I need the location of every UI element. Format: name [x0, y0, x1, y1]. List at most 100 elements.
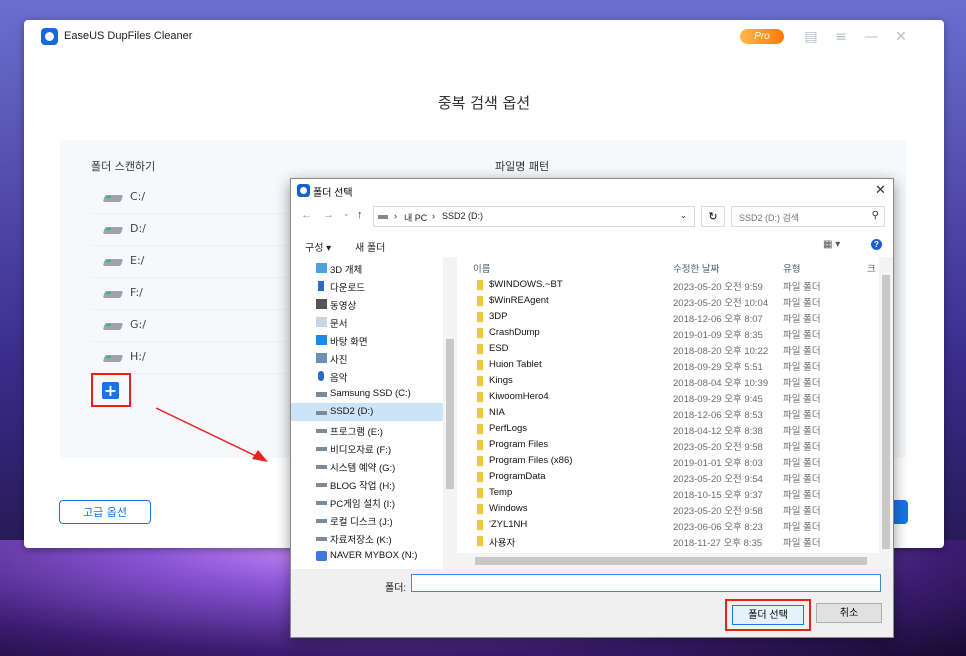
column-type-header[interactable]: 유형: [783, 261, 800, 275]
dialog-app-icon: [297, 184, 310, 197]
drive-icon: [316, 411, 327, 415]
file-list-scrollbar[interactable]: [879, 257, 893, 553]
column-size-header[interactable]: 크: [867, 261, 876, 275]
folder-icon: [477, 440, 483, 450]
table-row[interactable]: Kings 2018-08-04 오후 10:39 파일 폴더: [457, 373, 877, 389]
forward-arrow-icon[interactable]: →: [323, 209, 334, 221]
nav-item[interactable]: 시스템 예약 (G:): [291, 457, 443, 475]
file-list-pane: 이름 수정한 날짜 유형 크 $WINDOWS.~BT 2023-05-20 오전…: [457, 257, 893, 569]
folder-icon: [477, 344, 483, 354]
column-name-header[interactable]: 이름: [473, 261, 490, 275]
search-box[interactable]: ⚲: [731, 206, 885, 227]
video-icon: [316, 299, 327, 309]
nav-item[interactable]: NAVER MYBOX (N:): [291, 547, 443, 565]
breadcrumb-drive[interactable]: SSD2 (D:): [442, 211, 483, 221]
new-folder-button[interactable]: 새 폴더: [355, 239, 385, 254]
folder-icon: [477, 408, 483, 418]
nav-item[interactable]: 프로그램 (E:): [291, 421, 443, 439]
scrollbar-thumb[interactable]: [882, 275, 890, 549]
drive-icon: [378, 215, 388, 219]
organize-menu[interactable]: 구성 ▾: [305, 239, 331, 254]
nav-item[interactable]: 비디오자료 (F:): [291, 439, 443, 457]
help-icon[interactable]: ?: [871, 239, 882, 250]
download-icon: [318, 281, 324, 291]
address-dropdown-icon[interactable]: ⌄: [680, 211, 687, 220]
cancel-button[interactable]: 취소: [816, 603, 882, 623]
search-input[interactable]: [737, 210, 861, 226]
dialog-footer: 폴더: 폴더 선택 취소: [291, 569, 893, 637]
nav-item[interactable]: Samsung SSD (C:): [291, 385, 443, 403]
address-bar-row: ← → ⌄ ↑ › 내 PC › SSD2 (D:) ⌄ ↻ ⚲: [291, 201, 893, 233]
folder-field-label: 폴더:: [385, 583, 407, 594]
cloud-drive-icon: [316, 551, 327, 561]
folder-icon: [477, 536, 483, 546]
table-row[interactable]: Temp 2018-10-15 오후 9:37 파일 폴더: [457, 485, 877, 501]
refresh-icon[interactable]: ↻: [701, 206, 725, 227]
nav-item[interactable]: 사진: [291, 349, 443, 367]
select-folder-button[interactable]: 폴더 선택: [732, 605, 804, 625]
nav-item[interactable]: BLOG 작업 (H:): [291, 475, 443, 493]
nav-item[interactable]: 자료저장소 (K:): [291, 529, 443, 547]
drive-icon: [316, 501, 327, 505]
dialog-titlebar: 폴더 선택 ✕: [291, 179, 893, 201]
up-arrow-icon[interactable]: ↑: [357, 209, 363, 221]
nav-item-selected[interactable]: SSD2 (D:): [291, 403, 443, 421]
drive-icon: [316, 429, 327, 433]
desktop-icon: [316, 335, 327, 345]
nav-item[interactable]: 음악: [291, 367, 443, 385]
nav-item[interactable]: 동영상: [291, 295, 443, 313]
folder-icon: [477, 504, 483, 514]
table-row[interactable]: 사용자 2018-11-27 오후 8:35 파일 폴더: [457, 533, 877, 549]
drive-icon: [316, 465, 327, 469]
table-row[interactable]: NIA 2018-12-06 오후 8:53 파일 폴더: [457, 405, 877, 421]
folder-select-dialog: 폴더 선택 ✕ ← → ⌄ ↑ › 내 PC › SSD2 (D:) ⌄ ↻ ⚲…: [290, 178, 894, 638]
folder-icon: [477, 488, 483, 498]
table-row[interactable]: 'ZYL1NH 2023-06-06 오후 8:23 파일 폴더: [457, 517, 877, 533]
table-row[interactable]: PerfLogs 2018-04-12 오후 8:38 파일 폴더: [457, 421, 877, 437]
nav-item[interactable]: 다운로드: [291, 277, 443, 295]
back-arrow-icon[interactable]: ←: [301, 209, 312, 221]
dialog-close-icon[interactable]: ✕: [875, 182, 886, 198]
document-icon: [316, 317, 327, 327]
recent-dropdown-icon[interactable]: ⌄: [343, 209, 350, 218]
view-options-icon[interactable]: ▦ ▾: [823, 239, 840, 250]
address-bar[interactable]: › 내 PC › SSD2 (D:) ⌄: [373, 206, 695, 227]
scrollbar-thumb[interactable]: [475, 557, 867, 565]
scrollbar-thumb[interactable]: [446, 339, 454, 489]
table-row[interactable]: KiwoomHero4 2018-09-29 오후 9:45 파일 폴더: [457, 389, 877, 405]
folder-icon: [477, 520, 483, 530]
table-row[interactable]: ProgramData 2023-05-20 오전 9:54 파일 폴더: [457, 469, 877, 485]
table-row[interactable]: ESD 2018-08-20 오후 10:22 파일 폴더: [457, 341, 877, 357]
column-modified-header[interactable]: 수정한 날짜: [673, 261, 719, 275]
drive-icon: [316, 537, 327, 541]
pictures-icon: [316, 353, 327, 363]
horizontal-scrollbar[interactable]: [457, 553, 893, 569]
music-icon: [318, 371, 324, 381]
3d-objects-icon: [316, 263, 327, 273]
table-row[interactable]: Huion Tablet 2018-09-29 오후 5:51 파일 폴더: [457, 357, 877, 373]
dialog-toolbar: 구성 ▾ 새 폴더 ▦ ▾ ?: [291, 233, 893, 257]
nav-item[interactable]: PC게임 설치 (I:): [291, 493, 443, 511]
navigation-pane: 3D 개체 다운로드 동영상 문서 바탕 화면 사진 음악 Samsung SS…: [291, 257, 457, 569]
table-row[interactable]: Windows 2023-05-20 오전 9:58 파일 폴더: [457, 501, 877, 517]
folder-icon: [477, 280, 483, 290]
nav-item[interactable]: 문서: [291, 313, 443, 331]
folder-icon: [477, 472, 483, 482]
table-row[interactable]: $WINDOWS.~BT 2023-05-20 오전 9:59 파일 폴더: [457, 277, 877, 293]
table-row[interactable]: $WinREAgent 2023-05-20 오전 10:04 파일 폴더: [457, 293, 877, 309]
breadcrumb-this-pc[interactable]: 내 PC: [404, 211, 427, 224]
drive-icon: [316, 447, 327, 451]
table-row[interactable]: 3DP 2018-12-06 오후 8:07 파일 폴더: [457, 309, 877, 325]
dialog-title: 폴더 선택: [313, 188, 353, 199]
drive-icon: [316, 519, 327, 523]
folder-icon: [477, 328, 483, 338]
nav-item[interactable]: 3D 개체: [291, 259, 443, 277]
folder-icon: [477, 312, 483, 322]
folder-field[interactable]: [411, 574, 881, 592]
nav-item[interactable]: 로컬 디스크 (J:): [291, 511, 443, 529]
nav-item[interactable]: 바탕 화면: [291, 331, 443, 349]
table-row[interactable]: Program Files 2023-05-20 오전 9:58 파일 폴더: [457, 437, 877, 453]
table-row[interactable]: CrashDump 2019-01-09 오후 8:35 파일 폴더: [457, 325, 877, 341]
table-row[interactable]: Program Files (x86) 2019-01-01 오후 8:03 파일 …: [457, 453, 877, 469]
nav-scrollbar[interactable]: [443, 257, 457, 569]
